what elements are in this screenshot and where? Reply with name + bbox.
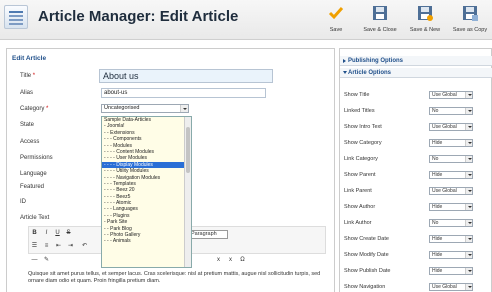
- omega-icon[interactable]: Ω: [238, 256, 247, 265]
- permissions-label: Permissions: [20, 155, 53, 161]
- save-close-button[interactable]: Save & Close: [358, 5, 402, 39]
- article-text-label: Article Text: [20, 215, 50, 221]
- category-select[interactable]: Uncategorised: [101, 104, 189, 113]
- horizontal-rule-icon[interactable]: —: [30, 256, 39, 265]
- title-field[interactable]: About us: [99, 69, 273, 83]
- list-item[interactable]: - - - Animals: [102, 238, 191, 244]
- language-label: Language: [20, 171, 47, 177]
- page-title: Article Manager: Edit Article: [38, 8, 239, 25]
- collapse-arrow-icon: [343, 71, 347, 74]
- show-intro-text-select[interactable]: Use Global: [429, 123, 473, 131]
- edit-icon[interactable]: ✎: [42, 256, 51, 265]
- title-label: Title *: [20, 73, 36, 79]
- underline-button[interactable]: U: [53, 229, 62, 238]
- show-navigation-label: Show Navigation: [344, 284, 386, 290]
- show-title-select[interactable]: Use Global: [429, 91, 473, 99]
- edit-article-legend: Edit Article: [12, 55, 47, 62]
- access-label: Access: [20, 139, 40, 145]
- linked-titles-label: Linked Titles: [344, 108, 375, 114]
- show-parent-select[interactable]: Hide: [429, 171, 473, 179]
- show-create-date-label: Show Create Date: [344, 236, 389, 242]
- show-publish-date-select[interactable]: Hide: [429, 267, 473, 275]
- header-bar: Article Manager: Edit Article Save Save …: [0, 0, 492, 40]
- show-title-label: Show Title: [344, 92, 370, 98]
- options-panel: Publishing Options Article Options Show …: [339, 48, 492, 292]
- alias-label: Alias: [20, 90, 34, 96]
- save-button[interactable]: Save: [314, 5, 358, 39]
- publishing-options-header[interactable]: Publishing Options: [340, 56, 492, 66]
- undo-icon[interactable]: ↶: [80, 242, 89, 251]
- expand-arrow-icon: [343, 59, 346, 63]
- show-parent-label: Show Parent: [344, 172, 376, 178]
- show-publish-date-label: Show Publish Date: [344, 268, 391, 274]
- numbered-list-icon[interactable]: ≡: [42, 242, 51, 251]
- subscript-icon[interactable]: x: [214, 256, 223, 265]
- check-icon: [328, 7, 344, 20]
- dropdown-scrollbar[interactable]: [184, 117, 191, 267]
- save-close-icon: [373, 6, 387, 20]
- show-modify-date-select[interactable]: Hide: [429, 251, 473, 259]
- id-label: ID: [20, 199, 26, 205]
- article-options-header[interactable]: Article Options: [340, 68, 492, 78]
- show-category-label: Show Category: [344, 140, 382, 146]
- save-copy-icon: [463, 6, 478, 21]
- category-dropdown-list[interactable]: Sample Data-Articles - Joomla! - - Exten…: [101, 116, 192, 268]
- save-new-icon: [418, 6, 433, 21]
- superscript-icon[interactable]: x: [226, 256, 235, 265]
- link-category-label: Link Category: [344, 156, 378, 162]
- save-copy-button[interactable]: Save as Copy: [448, 5, 492, 39]
- bold-button[interactable]: B: [30, 229, 39, 238]
- show-create-date-select[interactable]: Hide: [429, 235, 473, 243]
- link-author-label: Link Author: [344, 220, 372, 226]
- link-parent-select[interactable]: Use Global: [429, 187, 473, 195]
- article-manager-icon: [4, 5, 28, 29]
- show-modify-date-label: Show Modify Date: [344, 252, 389, 258]
- link-author-select[interactable]: No: [429, 219, 473, 227]
- strikethrough-button[interactable]: S: [64, 229, 73, 238]
- format-select[interactable]: Paragraph: [188, 230, 228, 239]
- linked-titles-select[interactable]: No: [429, 107, 473, 115]
- show-author-label: Show Author: [344, 204, 376, 210]
- featured-label: Featured: [20, 184, 45, 190]
- link-parent-label: Link Parent: [344, 188, 372, 194]
- outdent-icon[interactable]: ⇤: [54, 242, 63, 251]
- editor-content[interactable]: Quisque sit amet purus tellus, et semper…: [28, 271, 326, 285]
- show-intro-text-label: Show Intro Text: [344, 124, 382, 130]
- show-author-select[interactable]: Hide: [429, 203, 473, 211]
- save-new-button[interactable]: Save & New: [403, 5, 447, 39]
- alias-field[interactable]: about-us: [101, 88, 266, 98]
- show-category-select[interactable]: Hide: [429, 139, 473, 147]
- indent-icon[interactable]: ⇥: [66, 242, 75, 251]
- state-label: State: [20, 122, 35, 128]
- link-category-select[interactable]: No: [429, 155, 473, 163]
- category-label: Category *: [20, 106, 49, 112]
- bullet-list-icon[interactable]: ☰: [30, 242, 39, 251]
- show-navigation-select[interactable]: Use Global: [429, 283, 473, 291]
- italic-button[interactable]: I: [42, 229, 51, 238]
